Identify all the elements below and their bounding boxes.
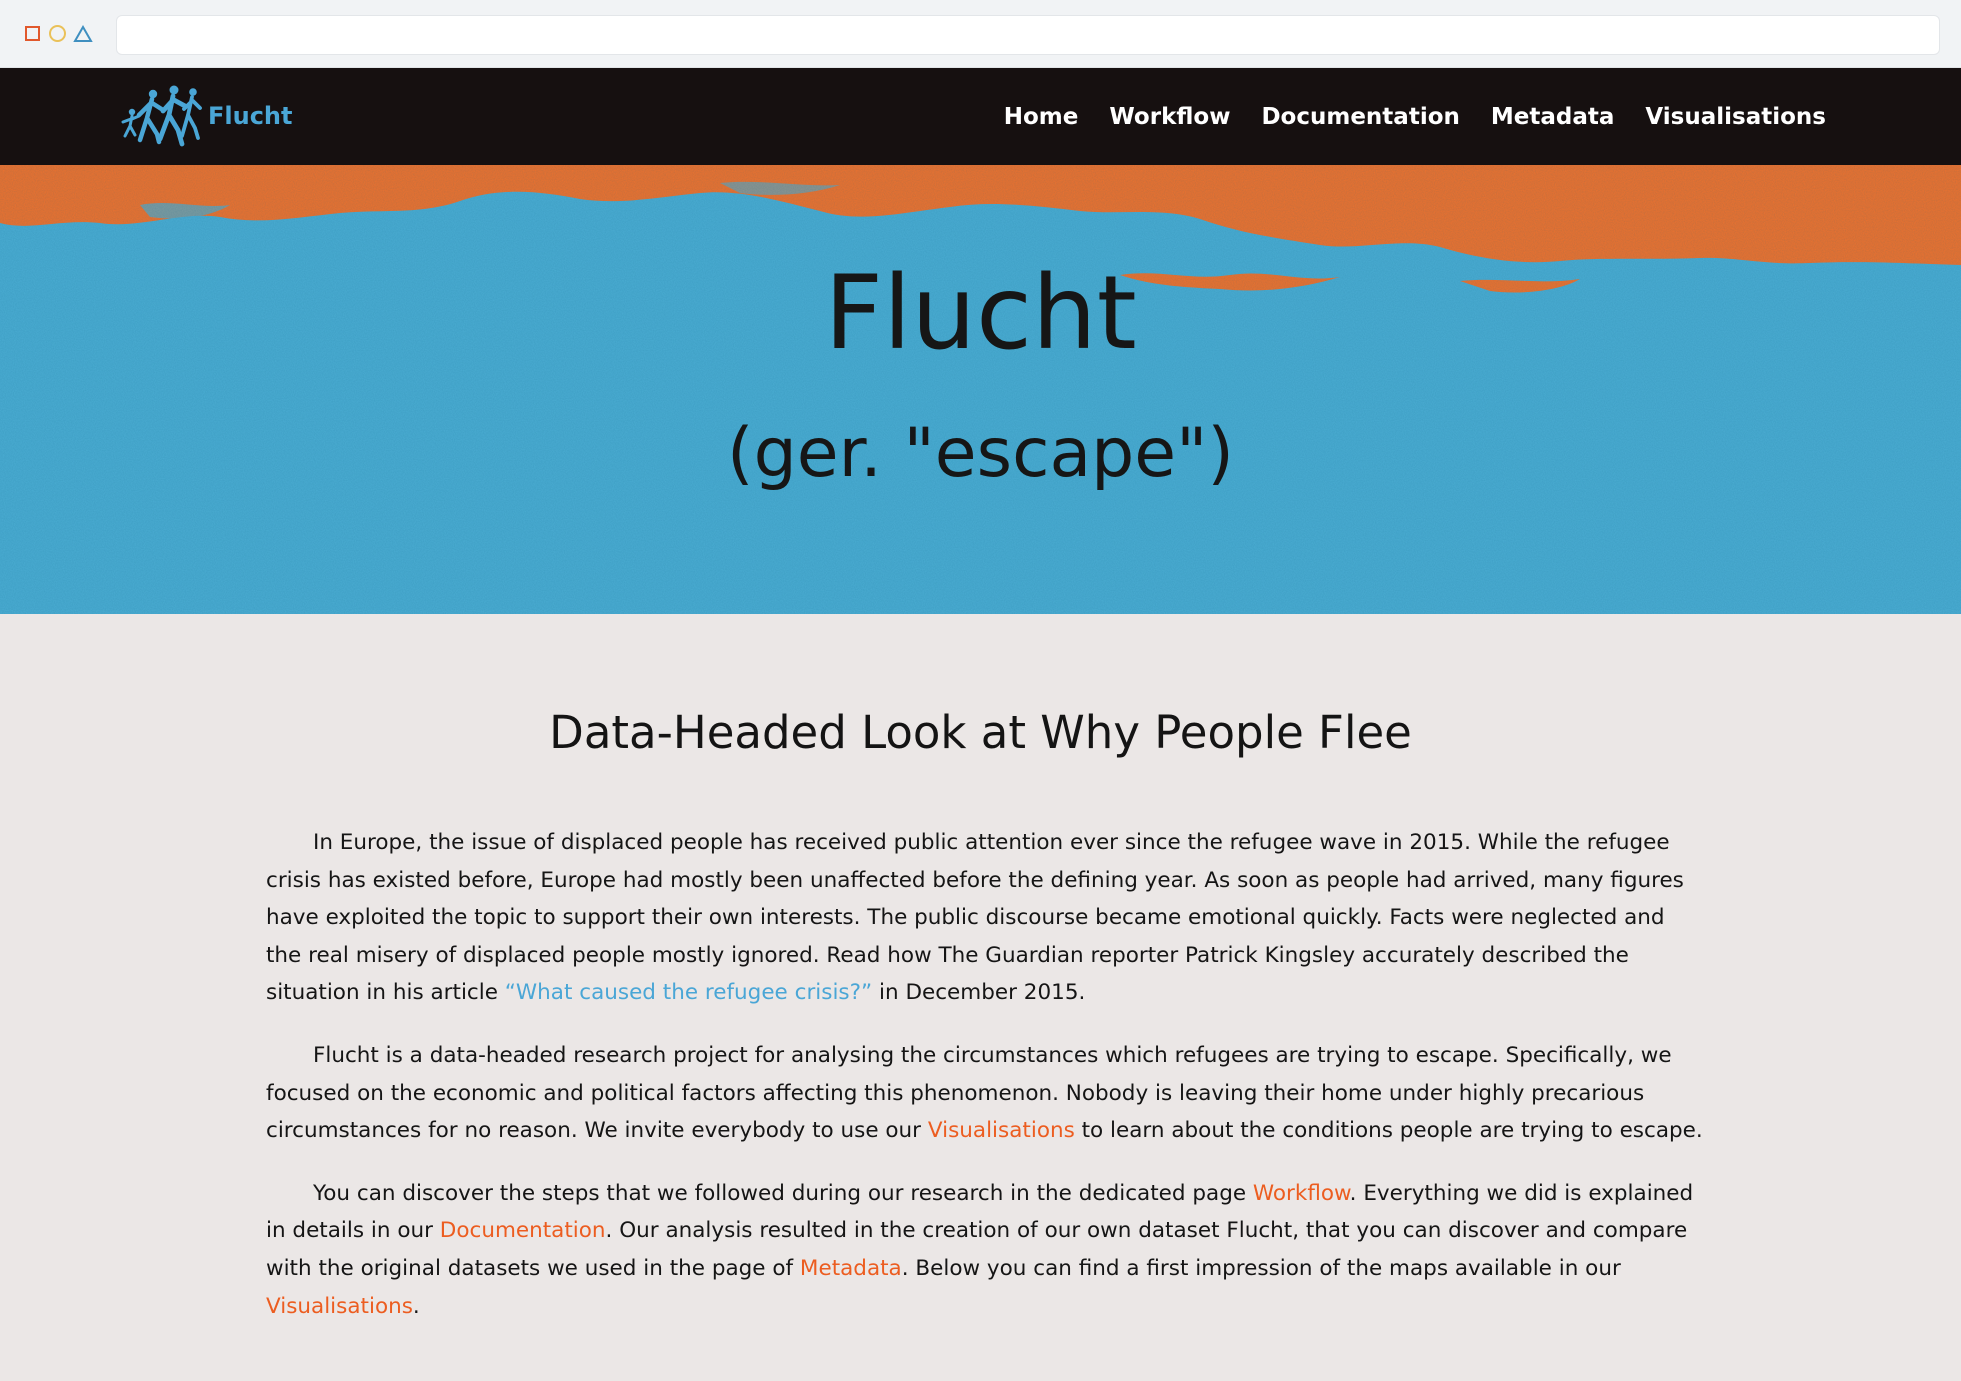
fleeing-family-icon [121,85,202,147]
metadata-link[interactable]: Metadata [800,1256,902,1281]
paragraph-intro: In Europe, the issue of displaced people… [266,824,1706,1012]
close-square-icon[interactable] [25,26,40,41]
visualisations-link[interactable]: Visualisations [266,1294,413,1319]
main-content: Data-Headed Look at Why People Flee In E… [0,614,1961,1381]
workflow-link[interactable]: Workflow [1253,1181,1350,1206]
browser-chrome [0,0,1961,68]
hero-banner: Flucht (ger. "escape") [0,165,1961,614]
paragraph-text: You can discover the steps that we follo… [313,1180,1253,1206]
nav-link-metadata[interactable]: Metadata [1491,104,1615,130]
brand-link[interactable]: Flucht [118,84,293,148]
visualisations-link[interactable]: Visualisations [928,1118,1075,1143]
intro-text: In Europe, the issue of displaced people… [266,824,1706,1350]
brand-name: Flucht [208,102,293,130]
nav-link-visualisations[interactable]: Visualisations [1645,104,1826,130]
nav-link-workflow[interactable]: Workflow [1109,104,1230,130]
minimize-circle-icon[interactable] [49,25,66,42]
hero-subtitle: (ger. "escape") [727,414,1234,493]
nav-links: Home Workflow Documentation Metadata Vis… [973,68,1826,165]
navbar: Flucht Home Workflow Documentation Metad… [0,68,1961,165]
paragraph-text: . Below you can find a first impression … [901,1255,1621,1281]
paragraph-navigation: You can discover the steps that we follo… [266,1175,1706,1325]
hero-background-image [0,165,1961,614]
hero-title: Flucht [824,254,1137,373]
nav-link-documentation[interactable]: Documentation [1261,104,1459,130]
documentation-link[interactable]: Documentation [440,1218,606,1243]
paragraph-text: in December 2015. [872,980,1086,1006]
paragraph-text: . [412,1293,420,1319]
paragraph-text: to learn about the conditions people are… [1074,1118,1703,1144]
paragraph-project: Flucht is a data-headed research project… [266,1037,1706,1150]
nav-link-home[interactable]: Home [1004,104,1079,130]
guardian-article-link[interactable]: “What caused the refugee crisis?” [505,980,872,1005]
address-bar[interactable] [116,15,1940,55]
section-heading: Data-Headed Look at Why People Flee [549,706,1412,759]
maximize-triangle-icon[interactable] [73,25,93,43]
